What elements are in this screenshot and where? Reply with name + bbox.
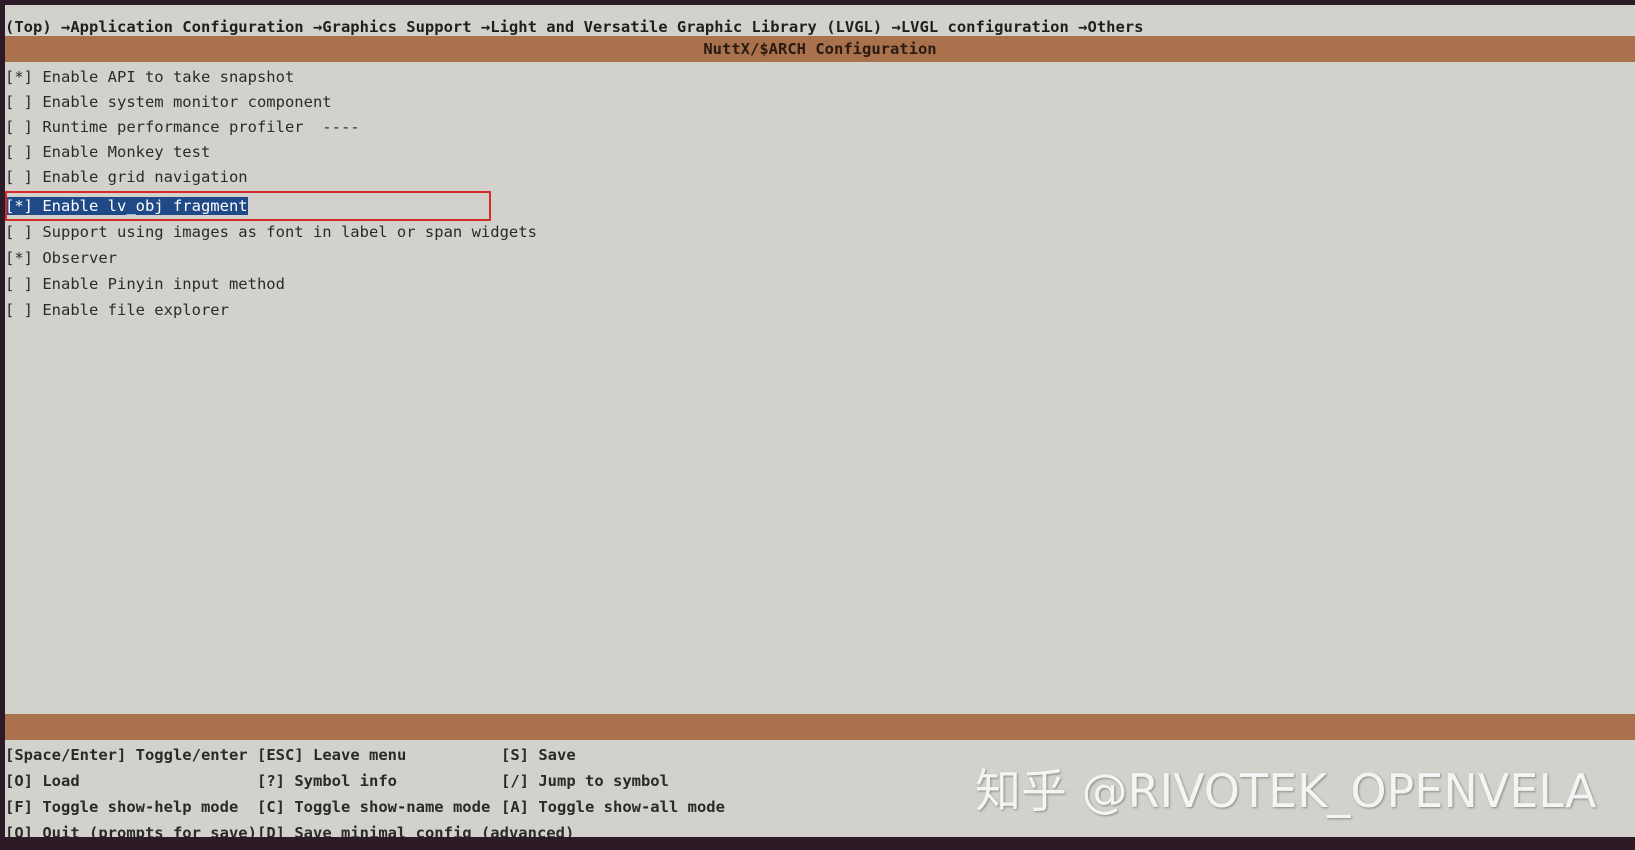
menu-item-pinyin[interactable]: [ ] Enable Pinyin input method — [5, 271, 285, 297]
help-show-all: [A] Toggle show-all mode — [501, 798, 725, 816]
menu-item-profiler[interactable]: [ ] Runtime performance profiler ---- — [5, 114, 360, 140]
help-esc: [ESC] Leave menu — [257, 746, 407, 764]
help-quit: [Q] Quit (prompts for save) — [5, 824, 257, 837]
help-save: [S] Save — [501, 746, 576, 764]
highlight-annotation-box — [5, 191, 491, 221]
help-jump-symbol: [/] Jump to symbol — [501, 772, 669, 790]
help-show-name: [C] Toggle show-name mode — [257, 798, 491, 816]
bottom-bar — [5, 714, 1635, 740]
help-space-enter: [Space/Enter] Toggle/enter — [5, 746, 248, 764]
menu-item-snapshot[interactable]: [*] Enable API to take snapshot — [5, 64, 294, 90]
menu-item-observer[interactable]: [*] Observer — [5, 245, 117, 271]
menu-item-images-as-font[interactable]: [ ] Support using images as font in labe… — [5, 219, 537, 245]
menu-item-system-monitor[interactable]: [ ] Enable system monitor component — [5, 89, 332, 115]
help-show-help: [F] Toggle show-help mode — [5, 798, 239, 816]
watermark: 知乎 @RIVOTEK_OPENVELA — [975, 764, 1597, 818]
help-load: [O] Load — [5, 772, 80, 790]
menu-item-grid-navigation[interactable]: [ ] Enable grid navigation — [5, 164, 248, 190]
help-symbol-info: [?] Symbol info — [257, 772, 397, 790]
page-title: NuttX/$ARCH Configuration — [703, 40, 937, 58]
title-bar: NuttX/$ARCH Configuration — [5, 36, 1635, 62]
terminal-window: (Top) →Application Configuration →Graphi… — [5, 5, 1635, 837]
menu-item-monkey-test[interactable]: [ ] Enable Monkey test — [5, 139, 210, 165]
help-save-minimal: [D] Save minimal config (advanced) — [257, 824, 575, 837]
menu-item-file-explorer[interactable]: [ ] Enable file explorer — [5, 297, 229, 323]
